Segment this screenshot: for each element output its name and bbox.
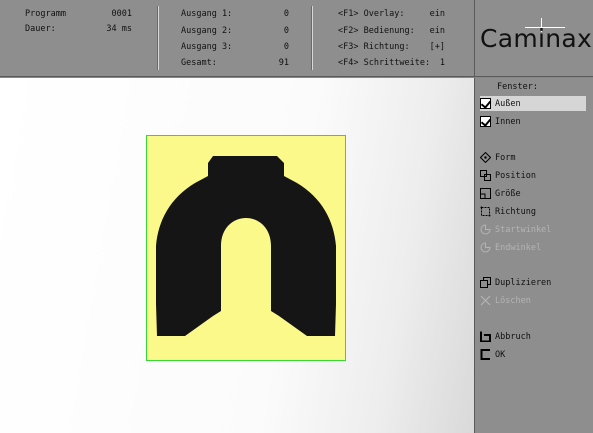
- position-label: Position: [495, 170, 536, 181]
- outer-checkbox[interactable]: Außen: [480, 96, 586, 111]
- position-icon: [480, 170, 491, 181]
- duplicate-icon: [480, 277, 491, 288]
- delete-icon: [480, 295, 491, 306]
- direction-label: Richtung: [495, 206, 536, 217]
- output2-value: 0: [283, 26, 289, 36]
- cancel-button[interactable]: Abbruch: [480, 329, 586, 344]
- end-angle-label: Endwinkel: [495, 242, 542, 253]
- output2-label: Ausgang 2:: [181, 26, 233, 36]
- diamond-icon: [479, 151, 492, 164]
- checkbox-checked-icon: [480, 98, 491, 109]
- header-divider: [157, 6, 159, 70]
- end-angle-icon: [480, 242, 491, 253]
- f1-overlay-value: ein: [429, 9, 445, 19]
- checkbox-checked-icon: [480, 116, 491, 127]
- output3-label: Ausgang 3:: [181, 42, 233, 52]
- total-value: 91: [278, 58, 289, 68]
- f2-operation-value: ein: [429, 26, 445, 36]
- direction-icon: [480, 206, 491, 217]
- output1-value: 0: [283, 9, 289, 19]
- position-button[interactable]: Position: [480, 168, 586, 183]
- inner-label: Innen: [495, 116, 521, 127]
- part-silhouette: [156, 156, 336, 336]
- inspection-window[interactable]: [146, 135, 346, 361]
- output1-label: Ausgang 1:: [181, 9, 233, 19]
- duration-value: 34 ms: [106, 24, 132, 34]
- ok-icon: [480, 349, 491, 360]
- start-angle-icon: [480, 224, 491, 235]
- header-divider: [311, 6, 313, 70]
- output3-value: 0: [283, 42, 289, 52]
- outer-label: Außen: [495, 98, 521, 109]
- delete-button[interactable]: Löschen: [480, 293, 586, 308]
- end-angle-button[interactable]: Endwinkel: [480, 240, 586, 255]
- f3-direction-value: [+]: [429, 42, 445, 52]
- f3-direction-label: <F3> Richtung:: [338, 42, 410, 52]
- camera-view[interactable]: [0, 78, 474, 433]
- duplicate-button[interactable]: Duplizieren: [480, 275, 586, 290]
- size-button[interactable]: Größe: [480, 186, 586, 201]
- direction-button[interactable]: Richtung: [480, 204, 586, 219]
- size-label: Größe: [495, 188, 521, 199]
- delete-label: Löschen: [495, 295, 531, 306]
- total-label: Gesamt:: [181, 58, 217, 68]
- status-header: Programm 0001 Dauer: 34 ms Ausgang 1: 0 …: [0, 0, 474, 77]
- duplicate-label: Duplizieren: [495, 277, 552, 288]
- window-panel: Fenster: Außen Innen Form Position Größe…: [474, 78, 593, 433]
- logo-panel: Caminax: [474, 0, 593, 77]
- f1-overlay-label: <F1> Overlay:: [338, 9, 405, 19]
- ok-label: OK: [495, 349, 506, 360]
- inner-checkbox[interactable]: Innen: [480, 114, 586, 129]
- start-angle-label: Startwinkel: [495, 224, 552, 235]
- duration-label: Dauer:: [25, 24, 56, 34]
- logo: Caminax: [480, 24, 593, 53]
- f4-stepsize-value: 1: [439, 58, 445, 68]
- cancel-icon: [480, 331, 491, 343]
- program-label: Programm: [25, 9, 66, 19]
- start-angle-button[interactable]: Startwinkel: [480, 222, 586, 237]
- window-panel-title: Fenster:: [497, 82, 538, 92]
- form-button[interactable]: Form: [479, 150, 586, 165]
- cancel-label: Abbruch: [495, 331, 531, 342]
- form-label: Form: [495, 152, 516, 163]
- f2-operation-label: <F2> Bedienung:: [338, 26, 415, 36]
- size-icon: [480, 188, 491, 199]
- program-value: 0001: [111, 9, 132, 19]
- ok-button[interactable]: OK: [480, 347, 586, 362]
